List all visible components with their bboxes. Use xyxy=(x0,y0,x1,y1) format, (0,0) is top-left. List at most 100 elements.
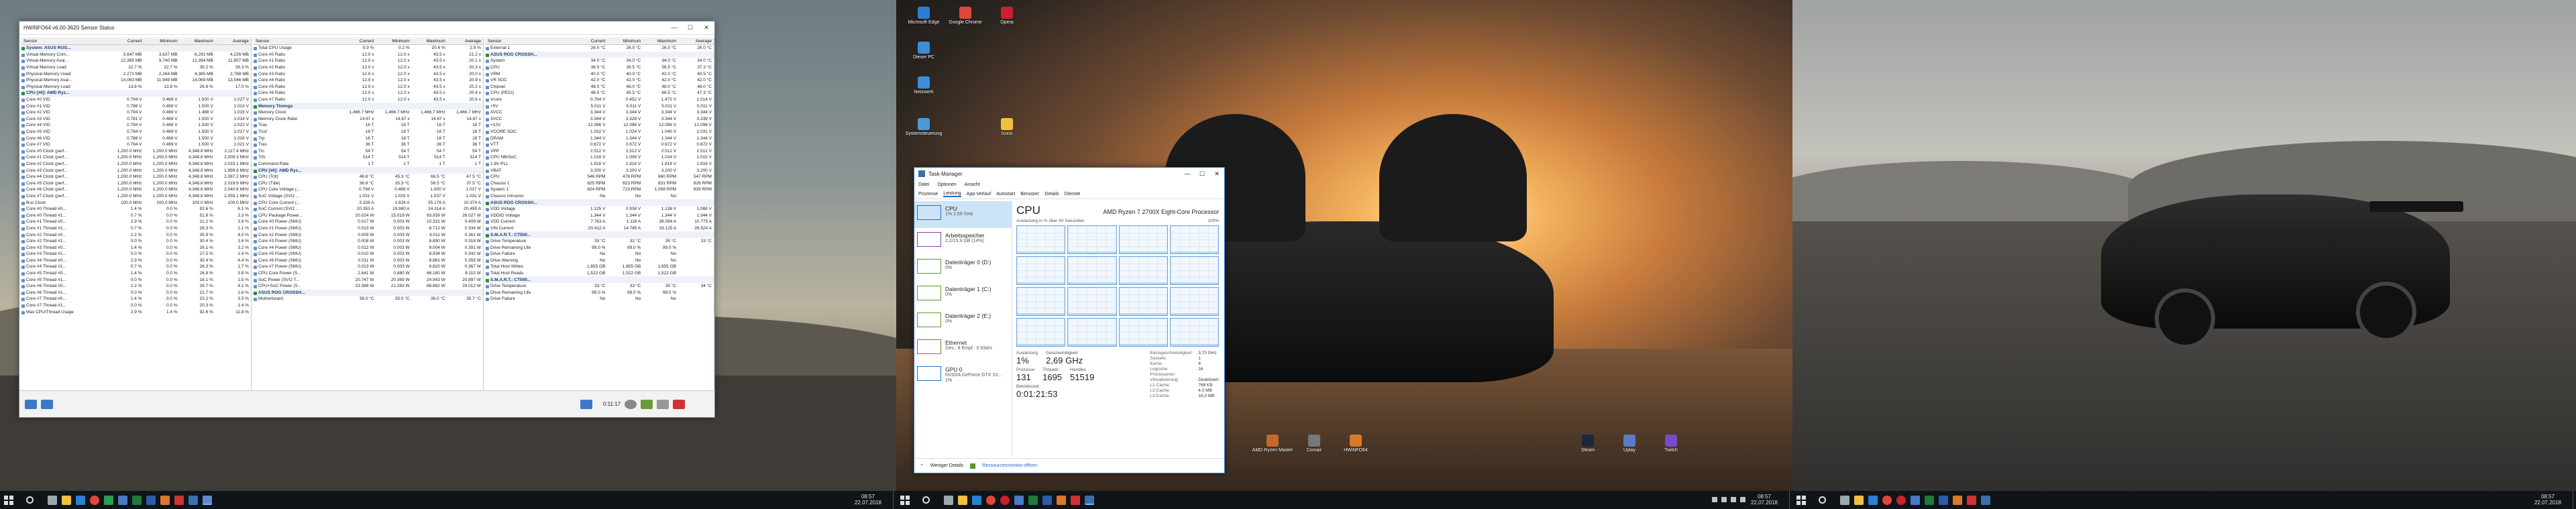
sensor-row[interactable]: Total Host Reads 1,522 GB 1,522 GB 1,522 GB xyxy=(485,270,714,277)
explorer-icon[interactable] xyxy=(62,495,71,505)
sensor-row[interactable]: Trc 54 T 54 T 54 T 54 T xyxy=(253,148,483,155)
menu-item[interactable]: Ansicht xyxy=(965,182,980,187)
sensor-row[interactable]: VIN Current 20.412 A 14.785 A 33.125 A 26.52… xyxy=(485,225,714,232)
sensor-row[interactable]: Core #3 Thread #1... 0.0 % 0.0 % 27.5 % 1.4 … xyxy=(21,251,251,258)
chrome-icon[interactable] xyxy=(90,495,99,505)
app-icon[interactable] xyxy=(174,495,184,505)
desktop-icon[interactable]: Twitch xyxy=(1650,435,1692,453)
sensor-row[interactable]: Virtual Memory Load 22.7 % 22.7 % 39.2 % 26.… xyxy=(21,64,251,71)
sensor-row[interactable]: Core #4 Power (SMU) 0.012 W 0.003 W 9.004 W… xyxy=(253,244,483,251)
excel-icon[interactable] xyxy=(1925,495,1934,505)
hwinfo-icon[interactable] xyxy=(160,495,170,505)
sensor-row[interactable]: Physical Memory Used 2,271 MB 2,264 MB 4,38… xyxy=(21,70,251,77)
sensor-group-row[interactable]: ASUS ROG CROSSH... xyxy=(485,51,714,58)
keyboard-icon[interactable] xyxy=(1740,497,1746,502)
excel-icon[interactable] xyxy=(1028,495,1038,505)
sensor-row[interactable]: Core #1 Thread #1... 0.7 % 0.0 % 28.3 % 2.1 … xyxy=(21,225,251,232)
sensor-row[interactable]: VDDIO Voltage 1.344 V 1.344 V 1.344 V 1.344 … xyxy=(485,212,714,219)
sensor-row[interactable]: VDD Current 7.763 A 1.116 A 28.094 A 10.775 … xyxy=(485,219,714,225)
sensor-group-row[interactable]: Memory Timings xyxy=(253,103,483,109)
sensor-row[interactable]: Core #3 Clock (perf... 1,200.0 MHz 1,200.0… xyxy=(21,167,251,174)
sensor-row[interactable]: Core #5 Thread #0... 1.4 % 0.0 % 26.8 % 3.8 … xyxy=(21,270,251,277)
sensor-row[interactable]: Trfc 514 T 514 T 514 T 514 T xyxy=(253,154,483,161)
sensor-row[interactable]: Core #7 VID 0.794 V 0.469 V 1.500 V 1.021 V xyxy=(21,142,251,148)
excel-icon[interactable] xyxy=(132,495,142,505)
column-header-cell[interactable]: Current xyxy=(572,39,608,44)
sensor-row[interactable]: Memory Clock Ratio 14.67 x 14.67 x 14.67 x 1… xyxy=(253,116,483,123)
app-icon[interactable] xyxy=(1014,495,1024,505)
column-header-cell[interactable]: Maximum xyxy=(643,39,678,44)
sensor-row[interactable]: Core #0 Ratio 12.0 x 12.0 x 43.5 x 21.2 x xyxy=(253,52,483,58)
arrow-left-right-icon[interactable] xyxy=(25,399,37,409)
sensor-row[interactable]: CPU (Tdie) 36.8 °C 35.3 °C 56.5 °C 37.5 °C xyxy=(253,180,483,186)
sensor-group-row[interactable]: CPU [#0]: AMD Ryz... xyxy=(21,90,251,97)
sensor-row[interactable]: VBAT 3.200 V 3.200 V 3.200 V 3.200 V xyxy=(485,167,714,174)
arrow-left-right-icon[interactable] xyxy=(41,399,53,409)
desktop-icon[interactable]: Steam xyxy=(1567,435,1609,453)
sensor-row[interactable]: Core #7 Clock (perf... 1,200.0 MHz 1,200.0… xyxy=(21,193,251,200)
sensor-row[interactable]: Physical Memory Load 13.8 % 13.8 % 26.8 % 17… xyxy=(21,84,251,91)
column-header-cell[interactable]: Maximum xyxy=(412,39,447,44)
sensor-row[interactable]: Total Host Writes 1,655 GB 1,655 GB 1,655 G… xyxy=(485,264,714,270)
sensor-row[interactable]: CPU 36.5 °C 35.5 °C 56.5 °C 37.3 °C xyxy=(485,64,714,71)
sensor-row[interactable]: Core #3 Thread #0... 1.4 % 0.0 % 26.1 % 3.2 … xyxy=(21,244,251,251)
sensor-row[interactable]: +5V 5.011 V 5.011 V 5.011 V 5.011 V xyxy=(485,103,714,109)
sensor-row[interactable]: Trp 18 T 18 T 18 T 18 T xyxy=(253,135,483,142)
chrome-icon[interactable] xyxy=(1882,495,1892,505)
sensor-row[interactable]: CPU+SoC Power (S... 23.388 W 21.283 W 88.86… xyxy=(253,283,483,290)
sensor-row[interactable]: Drive Failure No No No xyxy=(485,251,714,258)
chrome-icon[interactable] xyxy=(986,495,996,505)
tab-app-verlauf[interactable]: App-Verlauf xyxy=(967,192,991,196)
tab-prozesse[interactable]: Prozesse xyxy=(918,192,938,196)
chevron-up-icon[interactable]: ⌃ xyxy=(920,463,924,469)
hwinfo-icon[interactable] xyxy=(1953,495,1962,505)
sensor-row[interactable]: Chassis Intrusion No No No xyxy=(485,193,714,200)
sensor-row[interactable]: Chipset 48.0 °C 48.0 °C 48.0 °C 48.0 °C xyxy=(485,84,714,91)
maximize-icon[interactable]: ☐ xyxy=(1195,170,1210,178)
sensor-row[interactable]: Core #4 Thread #0... 2.9 % 0.0 % 30.4 % 4.4 … xyxy=(21,258,251,264)
sensor-row[interactable]: Core #1 Ratio 12.0 x 12.0 x 43.5 x 20.1 x xyxy=(253,58,483,64)
sensor-row[interactable]: Drive Remaining Life 99.0 % 99.0 % 99.0 % xyxy=(485,290,714,296)
column-header-cell[interactable]: Current xyxy=(108,39,144,44)
sensor-row[interactable]: CPU Core Voltage (... 0.794 V 0.469 V 1.500… xyxy=(253,186,483,193)
sensor-group-row[interactable]: CPU [#0]: AMD Ryz... xyxy=(253,167,483,174)
network-icon[interactable] xyxy=(580,399,592,409)
sensor-row[interactable]: Drive Temperature 33 °C 32 °C 35 °C 33 °C xyxy=(485,238,714,245)
sensor-row[interactable]: VCORE SOC 1.032 V 1.024 V 1.040 V 1.031 V xyxy=(485,129,714,135)
hwinfo-window[interactable]: HWiNFO64 v6.00-3620 Sensor Status — ☐ ✕ … xyxy=(19,21,715,418)
app-icon[interactable] xyxy=(1911,495,1920,505)
sensor-row[interactable]: AVCC 3.344 V 3.344 V 3.344 V 3.344 V xyxy=(485,109,714,116)
explorer-icon[interactable] xyxy=(1854,495,1864,505)
hwinfo-running-icon[interactable] xyxy=(203,495,212,505)
sensor-row[interactable]: Memory Clock 1,466.7 MHz 1,466.7 MHz 1,466.… xyxy=(253,109,483,116)
sensor-row[interactable]: SoC Power (SVI2 T... 20.747 W 20.369 W 24.9… xyxy=(253,276,483,283)
perf-item[interactable]: GPU 0 NVIDIA GeForce GTX 10... 1% xyxy=(914,362,1012,389)
perf-item[interactable]: Datenträger 0 (D:) 0% xyxy=(914,255,1012,282)
tab-leistung[interactable]: Leistung xyxy=(943,191,961,197)
desktop-icon[interactable]: Systemsteuerung xyxy=(903,118,945,136)
sensor-group-row[interactable]: ASUS ROG CROSSH... xyxy=(485,199,714,206)
tab-details[interactable]: Details xyxy=(1044,192,1059,196)
column-header-cell[interactable]: Sensor xyxy=(485,39,572,44)
settings-icon[interactable] xyxy=(657,399,669,409)
menu-item[interactable]: Datei xyxy=(918,182,929,187)
sensor-row[interactable]: Physical Memory Avai... 14,063 MB 11,949 M… xyxy=(21,77,251,84)
sensor-row[interactable]: Core #6 Thread #0... 2.2 % 0.0 % 29.7 % 4.1 … xyxy=(21,283,251,290)
sensor-row[interactable]: Core #2 Thread #0... 2.2 % 0.0 % 35.9 % 4.0 … xyxy=(21,231,251,238)
maximize-icon[interactable]: ☐ xyxy=(682,24,698,32)
app-icon[interactable] xyxy=(1967,495,1976,505)
app-icon[interactable] xyxy=(118,495,127,505)
tab-dienste[interactable]: Dienste xyxy=(1065,192,1081,196)
sensor-row[interactable]: Core #6 Clock (perf... 1,200.0 MHz 1,200.0… xyxy=(21,186,251,193)
sensor-row[interactable]: Core #0 Thread #1... 0.7 % 0.0 % 51.8 % 3.3 … xyxy=(21,212,251,219)
word-icon[interactable] xyxy=(1939,495,1948,505)
sensor-row[interactable]: Bus Clock 100.0 MHz 100.0 MHz 100.0 MHz 100.… xyxy=(21,199,251,206)
sensor-row[interactable]: VPP 2.512 V 2.512 V 2.512 V 2.512 V xyxy=(485,148,714,155)
sensor-row[interactable]: Core #2 Thread #1... 0.0 % 0.0 % 30.4 % 1.6 … xyxy=(21,238,251,245)
sensor-row[interactable]: Core #6 VID 0.788 V 0.469 V 1.500 V 1.016 V xyxy=(21,135,251,142)
task-manager-window[interactable]: Task-Manager — ☐ ✕ Datei Optionen Ansicht … xyxy=(914,167,1225,473)
task-view-icon[interactable] xyxy=(944,495,953,505)
start-icon[interactable] xyxy=(1796,495,1806,505)
edge-icon[interactable] xyxy=(1868,495,1878,505)
desktop-icon[interactable]: Corsair xyxy=(1293,435,1335,453)
